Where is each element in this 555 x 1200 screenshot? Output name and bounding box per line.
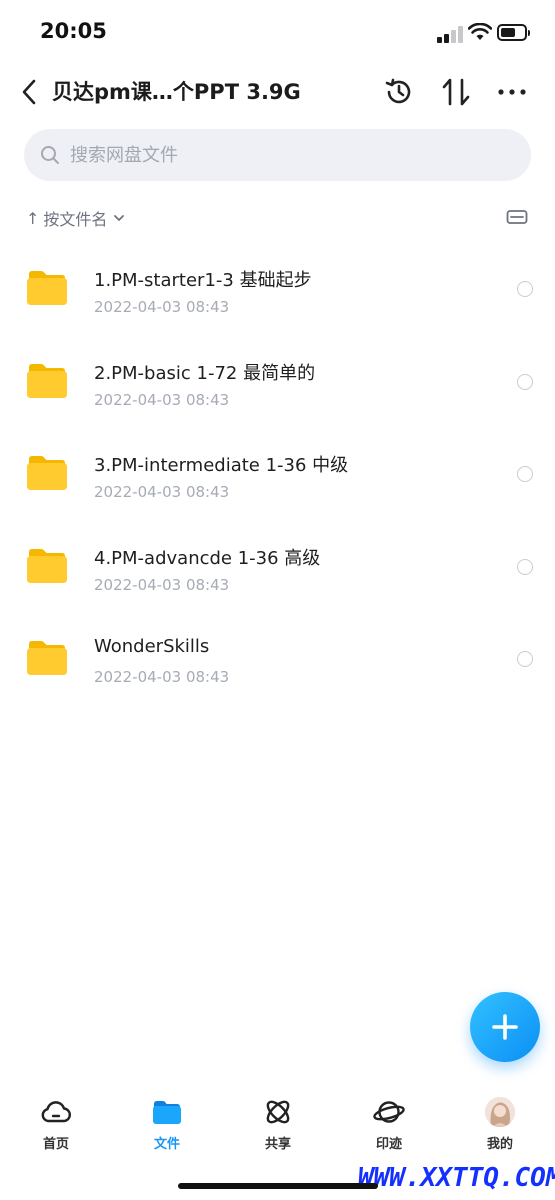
watermark: WWW.XXTTQ.COM xyxy=(358,1163,555,1193)
tab-home[interactable]: 首页 xyxy=(6,1090,106,1160)
folder-icon xyxy=(27,548,67,583)
file-name: 3.PM-intermediate 1-36 中级 xyxy=(94,455,349,476)
file-name: WonderSkills xyxy=(94,636,210,657)
tab-me[interactable]: 我的 xyxy=(450,1090,550,1160)
plus-icon xyxy=(492,1014,518,1040)
history-button[interactable] xyxy=(381,74,417,110)
file-date: 2022-04-03 08:43 xyxy=(94,298,230,316)
home-indicator[interactable] xyxy=(178,1183,378,1189)
atom-icon xyxy=(266,1100,290,1124)
tab-share[interactable]: 共享 xyxy=(228,1090,328,1160)
signal-icon xyxy=(437,25,465,43)
folder-icon xyxy=(153,1101,181,1124)
folder-icon xyxy=(27,641,67,675)
file-row[interactable]: 4.PM-advancde 1-36 高级 2022-04-03 08:43 xyxy=(0,518,555,611)
file-name: 4.PM-advancde 1-36 高级 xyxy=(94,547,321,569)
tab-traces[interactable]: 印迹 xyxy=(339,1090,439,1160)
file-row[interactable]: 3.PM-intermediate 1-36 中级 2022-04-03 08:… xyxy=(0,425,555,518)
search-bar[interactable] xyxy=(24,129,531,181)
tab-label: 文件 xyxy=(153,1137,180,1152)
sort-button[interactable] xyxy=(438,74,474,110)
chevron-left-icon xyxy=(22,79,36,105)
sort-arrows-icon xyxy=(442,78,470,106)
tab-files[interactable]: 文件 xyxy=(117,1090,217,1160)
back-button[interactable] xyxy=(12,74,46,110)
sort-selector[interactable]: ↑ 按文件名 xyxy=(26,204,125,232)
tab-bar: 首页 文件 共享 印迹 我的 xyxy=(0,1090,555,1160)
avatar xyxy=(485,1097,515,1127)
file-row[interactable]: 1.PM-starter1-3 基础起步 2022-04-03 08:43 xyxy=(0,240,555,333)
chevron-down-icon xyxy=(114,215,125,221)
folder-icon xyxy=(27,456,67,490)
more-button[interactable] xyxy=(494,74,530,110)
search-icon xyxy=(41,146,59,164)
tab-label: 共享 xyxy=(264,1137,291,1152)
file-date: 2022-04-03 08:43 xyxy=(94,668,230,686)
file-name: 1.PM-starter1-3 基础起步 xyxy=(94,270,312,291)
tab-label: 我的 xyxy=(486,1137,513,1152)
file-name: 2.PM-basic 1-72 最简单的 xyxy=(94,362,316,384)
file-row[interactable]: 2.PM-basic 1-72 最简单的 2022-04-03 08:43 xyxy=(0,333,555,426)
wifi-icon xyxy=(468,23,492,40)
view-toggle-icon[interactable] xyxy=(506,208,528,226)
planet-icon xyxy=(373,1101,405,1123)
arrow-up-icon: ↑ xyxy=(26,208,40,228)
select-radio[interactable] xyxy=(517,373,533,390)
select-radio[interactable] xyxy=(517,281,533,297)
sort-label: 按文件名 xyxy=(43,210,108,229)
file-row[interactable]: WonderSkills 2022-04-03 08:43 xyxy=(0,610,555,703)
status-time: 20:05 xyxy=(40,19,107,43)
select-radio[interactable] xyxy=(517,651,533,667)
history-icon xyxy=(385,78,411,104)
battery-icon xyxy=(497,24,530,41)
add-button[interactable] xyxy=(470,992,540,1062)
select-radio[interactable] xyxy=(517,466,533,482)
folder-icon xyxy=(27,363,67,398)
search-input[interactable] xyxy=(68,143,492,167)
file-date: 2022-04-03 08:43 xyxy=(94,575,230,594)
tab-label: 印迹 xyxy=(375,1137,402,1152)
more-icon xyxy=(498,89,526,95)
page-title: 贝达pm课…个PPT 3.9G xyxy=(52,80,301,104)
cloud-icon xyxy=(41,1101,71,1123)
tab-label: 首页 xyxy=(42,1137,69,1152)
file-date: 2022-04-03 08:43 xyxy=(94,390,230,409)
file-date: 2022-04-03 08:43 xyxy=(94,483,230,501)
file-list: 1.PM-starter1-3 基础起步 2022-04-03 08:43 2.… xyxy=(0,240,555,703)
folder-icon xyxy=(27,271,67,305)
nav-bar: 贝达pm课…个PPT 3.9G xyxy=(0,64,555,120)
status-bar: 20:05 xyxy=(0,0,555,64)
select-radio[interactable] xyxy=(517,558,533,575)
